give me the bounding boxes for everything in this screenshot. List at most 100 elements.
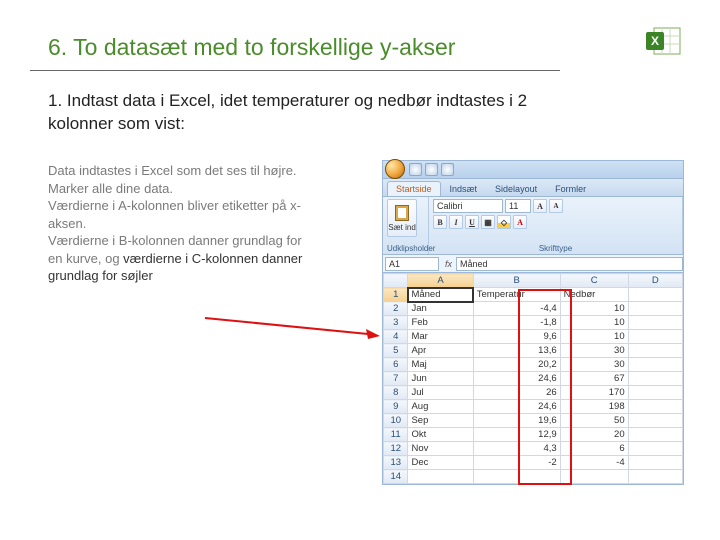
- row-header[interactable]: 6: [384, 358, 408, 372]
- cell[interactable]: Jul: [408, 386, 473, 400]
- table-row[interactable]: 13Dec-2-4: [384, 456, 683, 470]
- cell[interactable]: [628, 302, 682, 316]
- cell[interactable]: [408, 470, 473, 484]
- cell[interactable]: 24,6: [473, 372, 560, 386]
- cell[interactable]: [560, 470, 628, 484]
- formula-input[interactable]: Måned: [456, 257, 683, 271]
- cell[interactable]: 30: [560, 358, 628, 372]
- cell[interactable]: [473, 470, 560, 484]
- tab-startside[interactable]: Startside: [387, 181, 441, 196]
- cell[interactable]: -1,8: [473, 316, 560, 330]
- grow-font-icon[interactable]: A: [533, 199, 547, 213]
- row-header[interactable]: 7: [384, 372, 408, 386]
- bold-button[interactable]: B: [433, 215, 447, 229]
- cell[interactable]: [628, 316, 682, 330]
- cell[interactable]: Sep: [408, 414, 473, 428]
- cell[interactable]: [628, 456, 682, 470]
- cell[interactable]: 12,9: [473, 428, 560, 442]
- cell[interactable]: 20: [560, 428, 628, 442]
- cell[interactable]: 6: [560, 442, 628, 456]
- cell[interactable]: 26: [473, 386, 560, 400]
- row-header[interactable]: 4: [384, 330, 408, 344]
- cell[interactable]: 50: [560, 414, 628, 428]
- table-row[interactable]: 2Jan-4,410: [384, 302, 683, 316]
- row-header[interactable]: 11: [384, 428, 408, 442]
- cell[interactable]: 67: [560, 372, 628, 386]
- cell[interactable]: 10: [560, 316, 628, 330]
- table-row[interactable]: 7Jun24,667: [384, 372, 683, 386]
- cell[interactable]: [628, 400, 682, 414]
- tab-formler[interactable]: Formler: [546, 181, 595, 196]
- qat-save-icon[interactable]: [409, 163, 422, 176]
- cell[interactable]: Nov: [408, 442, 473, 456]
- font-color-button[interactable]: A: [513, 215, 527, 229]
- table-row[interactable]: 11Okt12,920: [384, 428, 683, 442]
- cell[interactable]: [628, 386, 682, 400]
- cell[interactable]: [628, 442, 682, 456]
- cell[interactable]: [628, 372, 682, 386]
- cell[interactable]: [628, 344, 682, 358]
- table-row[interactable]: 4Mar9,610: [384, 330, 683, 344]
- row-header[interactable]: 1: [384, 288, 408, 302]
- cell[interactable]: [628, 470, 682, 484]
- cell[interactable]: Dec: [408, 456, 473, 470]
- shrink-font-icon[interactable]: A: [549, 199, 563, 213]
- table-row[interactable]: 12Nov4,36: [384, 442, 683, 456]
- col-header-c[interactable]: C: [560, 274, 628, 288]
- row-header[interactable]: 8: [384, 386, 408, 400]
- row-header[interactable]: 12: [384, 442, 408, 456]
- cell[interactable]: 4,3: [473, 442, 560, 456]
- cell[interactable]: [628, 414, 682, 428]
- col-header-a[interactable]: A: [408, 274, 473, 288]
- row-header[interactable]: 5: [384, 344, 408, 358]
- tab-sidelayout[interactable]: Sidelayout: [486, 181, 546, 196]
- cell[interactable]: 198: [560, 400, 628, 414]
- border-button[interactable]: ▦: [481, 215, 495, 229]
- table-row[interactable]: 14: [384, 470, 683, 484]
- cell[interactable]: Mar: [408, 330, 473, 344]
- cell[interactable]: [628, 330, 682, 344]
- cell[interactable]: Apr: [408, 344, 473, 358]
- table-row[interactable]: 8Jul26170: [384, 386, 683, 400]
- fill-color-button[interactable]: ◇: [497, 215, 511, 229]
- table-row[interactable]: 3Feb-1,810: [384, 316, 683, 330]
- qat-undo-icon[interactable]: [425, 163, 438, 176]
- italic-button[interactable]: I: [449, 215, 463, 229]
- fx-icon[interactable]: fx: [445, 259, 452, 269]
- cell[interactable]: Aug: [408, 400, 473, 414]
- table-row[interactable]: 5Apr13,630: [384, 344, 683, 358]
- qat-redo-icon[interactable]: [441, 163, 454, 176]
- font-size-combo[interactable]: 11: [505, 199, 531, 213]
- cell[interactable]: [628, 288, 682, 302]
- select-all-corner[interactable]: [384, 274, 408, 288]
- cell[interactable]: [628, 428, 682, 442]
- row-header[interactable]: 14: [384, 470, 408, 484]
- row-header[interactable]: 2: [384, 302, 408, 316]
- office-button[interactable]: [385, 159, 405, 179]
- paste-button[interactable]: Sæt ind: [387, 199, 417, 237]
- underline-button[interactable]: U: [465, 215, 479, 229]
- spreadsheet-grid[interactable]: A B C D 1 Måned Temperatur Nedbør 2Jan-4…: [383, 273, 683, 484]
- cell[interactable]: 170: [560, 386, 628, 400]
- tab-indsaet[interactable]: Indsæt: [441, 181, 487, 196]
- table-row[interactable]: 1 Måned Temperatur Nedbør: [384, 288, 683, 302]
- cell[interactable]: Jan: [408, 302, 473, 316]
- cell[interactable]: 19,6: [473, 414, 560, 428]
- cell[interactable]: 24,6: [473, 400, 560, 414]
- cell[interactable]: Maj: [408, 358, 473, 372]
- cell[interactable]: -4: [560, 456, 628, 470]
- cell[interactable]: Feb: [408, 316, 473, 330]
- cell[interactable]: 10: [560, 330, 628, 344]
- row-header[interactable]: 3: [384, 316, 408, 330]
- cell[interactable]: -4,4: [473, 302, 560, 316]
- row-header[interactable]: 9: [384, 400, 408, 414]
- table-row[interactable]: 10Sep19,650: [384, 414, 683, 428]
- name-box[interactable]: A1: [385, 257, 439, 271]
- row-header[interactable]: 10: [384, 414, 408, 428]
- table-row[interactable]: 9Aug24,6198: [384, 400, 683, 414]
- cell[interactable]: Måned: [408, 288, 473, 302]
- cell[interactable]: Jun: [408, 372, 473, 386]
- cell[interactable]: 13,6: [473, 344, 560, 358]
- col-header-d[interactable]: D: [628, 274, 682, 288]
- font-name-combo[interactable]: Calibri: [433, 199, 503, 213]
